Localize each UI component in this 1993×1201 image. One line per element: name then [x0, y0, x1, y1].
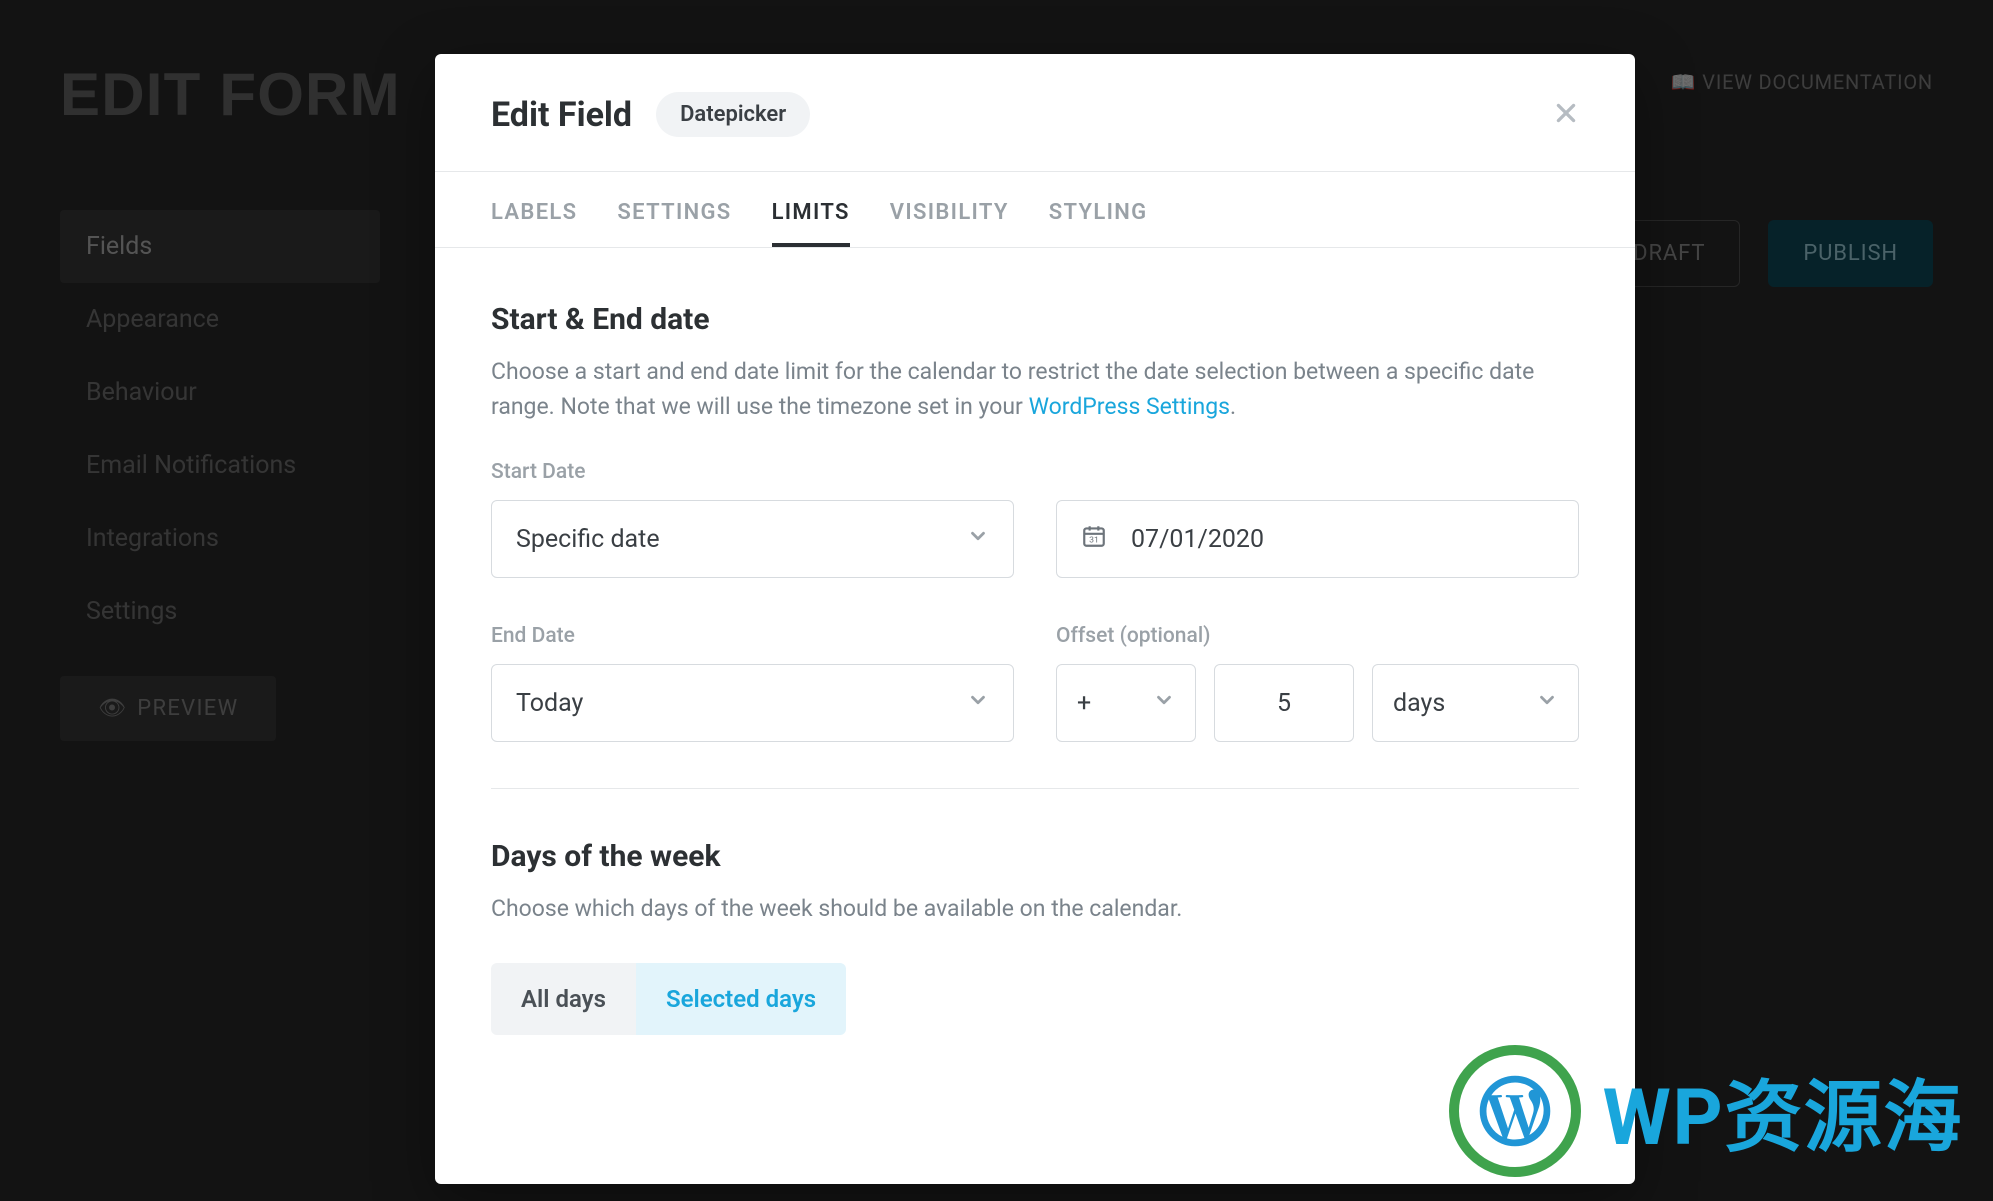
- end-date-mode-value: Today: [516, 689, 583, 718]
- start-date-mode-value: Specific date: [516, 525, 660, 554]
- modal-body: Start & End date Choose a start and end …: [435, 248, 1635, 1184]
- modal-title: Edit Field: [491, 95, 632, 135]
- offset-number-input[interactable]: 5: [1214, 664, 1354, 742]
- start-date-input[interactable]: 31 07/01/2020: [1056, 500, 1579, 578]
- offset-unit-select[interactable]: days: [1372, 664, 1579, 742]
- end-date-mode-select[interactable]: Today: [491, 664, 1014, 742]
- close-icon: [1553, 111, 1579, 130]
- tab-styling[interactable]: STYLING: [1049, 172, 1148, 247]
- start-date-value-col: 31 07/01/2020: [1056, 460, 1579, 578]
- selected-days-option[interactable]: Selected days: [636, 963, 846, 1035]
- wordpress-logo-icon: [1449, 1045, 1581, 1177]
- tab-labels[interactable]: LABELS: [491, 172, 577, 247]
- svg-text:31: 31: [1089, 535, 1099, 545]
- desc-text-post: .: [1230, 393, 1236, 420]
- end-date-mode-col: End Date Today: [491, 624, 1014, 742]
- days-of-week-description: Choose which days of the week should be …: [491, 892, 1579, 927]
- days-of-week-segmented: All days Selected days: [491, 963, 846, 1035]
- watermark: WP资源海: [1449, 1045, 1963, 1177]
- chevron-down-icon: [1536, 689, 1558, 718]
- start-date-label: Start Date: [491, 460, 1014, 484]
- offset-col: Offset (optional) + 5 days: [1056, 624, 1579, 742]
- desc-text-pre: Choose a start and end date limit for th…: [491, 358, 1534, 420]
- end-date-row: End Date Today Offset (optional) + 5: [491, 624, 1579, 742]
- start-date-mode-select[interactable]: Specific date: [491, 500, 1014, 578]
- calendar-icon: 31: [1081, 523, 1107, 556]
- all-days-option[interactable]: All days: [491, 963, 636, 1035]
- chevron-down-icon: [967, 525, 989, 554]
- modal-tabs: LABELS SETTINGS LIMITS VISIBILITY STYLIN…: [435, 172, 1635, 248]
- offset-group: + 5 days: [1056, 664, 1579, 742]
- edit-field-modal: Edit Field Datepicker LABELS SETTINGS LI…: [435, 54, 1635, 1184]
- close-button[interactable]: [1553, 100, 1579, 130]
- watermark-text: WP资源海: [1603, 1055, 1963, 1167]
- offset-label: Offset (optional): [1056, 624, 1579, 648]
- start-date-value: 07/01/2020: [1131, 525, 1264, 554]
- end-date-label: End Date: [491, 624, 1014, 648]
- offset-sign-value: +: [1077, 689, 1091, 718]
- tab-settings[interactable]: SETTINGS: [617, 172, 731, 247]
- days-of-week-heading: Days of the week: [491, 839, 1579, 874]
- start-date-row: Start Date Specific date 31 07/01/2020: [491, 460, 1579, 578]
- offset-number-value: 5: [1277, 689, 1291, 718]
- section-divider: [491, 788, 1579, 789]
- start-end-date-description: Choose a start and end date limit for th…: [491, 355, 1579, 424]
- tab-visibility[interactable]: VISIBILITY: [890, 172, 1009, 247]
- chevron-down-icon: [967, 689, 989, 718]
- start-date-value-spacer: [1056, 460, 1579, 484]
- modal-header: Edit Field Datepicker: [435, 54, 1635, 172]
- offset-unit-value: days: [1393, 689, 1445, 718]
- field-type-chip: Datepicker: [656, 92, 810, 137]
- start-date-mode-col: Start Date Specific date: [491, 460, 1014, 578]
- offset-sign-select[interactable]: +: [1056, 664, 1196, 742]
- start-end-date-heading: Start & End date: [491, 302, 1579, 337]
- chevron-down-icon: [1153, 689, 1175, 718]
- wordpress-settings-link[interactable]: WordPress Settings: [1029, 393, 1230, 420]
- tab-limits[interactable]: LIMITS: [772, 172, 850, 247]
